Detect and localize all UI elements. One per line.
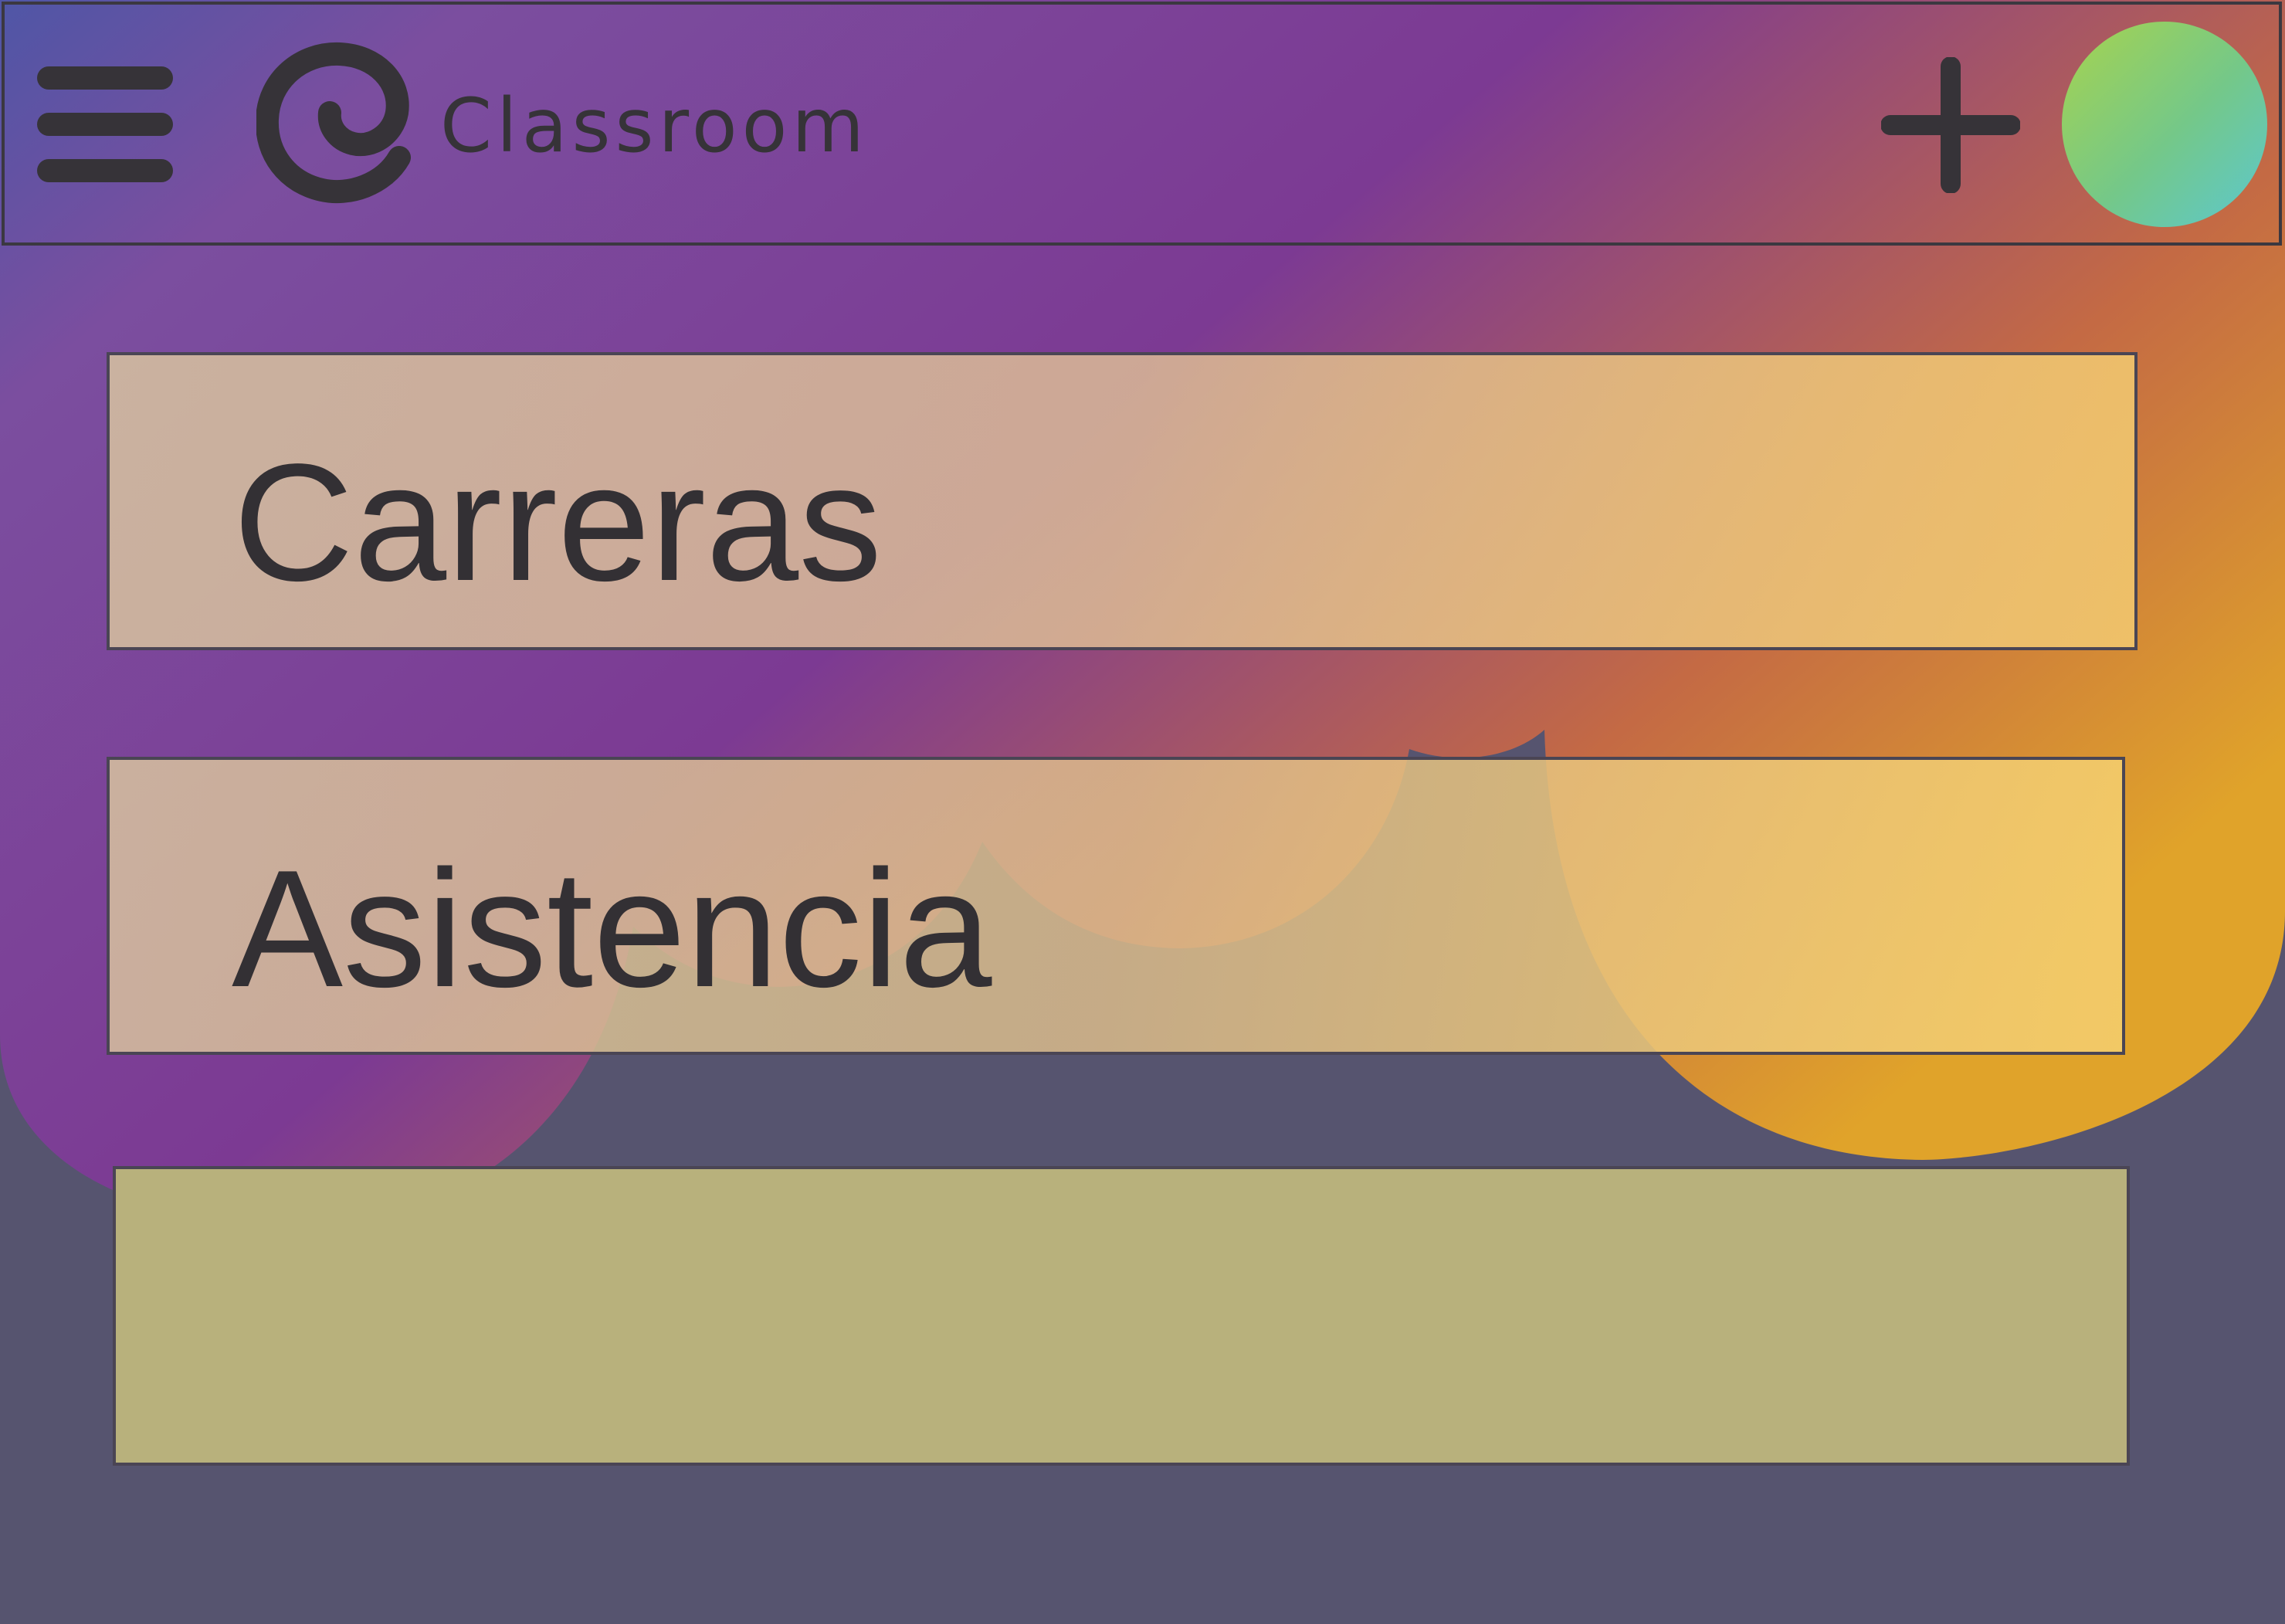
card-empty[interactable] (113, 1166, 2130, 1466)
plus-icon[interactable] (1881, 57, 2020, 193)
card-carreras[interactable]: Carreras (107, 352, 2138, 650)
card-label: Asistencia (232, 835, 992, 1022)
hamburger-menu-icon[interactable] (37, 66, 173, 182)
user-avatar[interactable] (2062, 22, 2267, 227)
app-screen: Classroom Carreras Asistencia (0, 0, 2285, 1624)
app-title: Classroom (440, 83, 869, 169)
card-label: Carreras (233, 429, 883, 615)
card-asistencia[interactable]: Asistencia (107, 757, 2125, 1055)
classroom-spiral-logo-icon (256, 42, 411, 204)
